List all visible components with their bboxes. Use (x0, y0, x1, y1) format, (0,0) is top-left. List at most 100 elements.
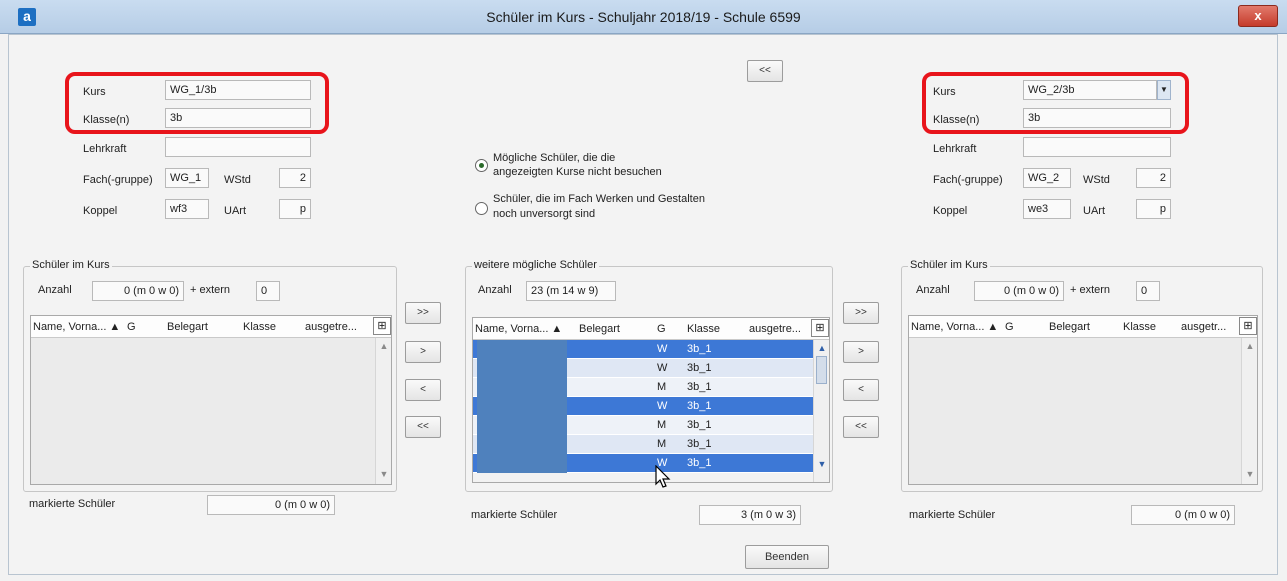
back-button[interactable]: << (747, 60, 783, 82)
left-student-table[interactable]: Name, Vorna... ▲ G Belegart Klasse ausge… (30, 315, 392, 485)
koppel-field-right[interactable]: we3 (1023, 199, 1071, 219)
option1-line1: Mögliche Schüler, die die (493, 152, 616, 164)
middle-anzahl-label: Anzahl (478, 284, 512, 296)
close-button[interactable]: x (1238, 5, 1278, 27)
col-g[interactable]: G (657, 323, 666, 335)
move-one-left-button-2[interactable]: < (843, 379, 879, 401)
row-klasse-cell: 3b_1 (687, 362, 712, 374)
scroll-down-icon[interactable]: ▼ (816, 458, 828, 470)
col-name[interactable]: Name, Vorna... ▲ (475, 323, 562, 335)
row-g-cell: M (657, 419, 667, 431)
uart-field-left[interactable]: p (279, 199, 311, 219)
row-g-cell: M (657, 438, 667, 450)
col-belegart[interactable]: Belegart (167, 321, 208, 333)
row-klasse-cell: 3b_1 (687, 457, 712, 469)
option2-line2: noch unversorgt sind (493, 208, 596, 220)
middle-anzahl-field: 23 (m 14 w 9) (526, 281, 616, 301)
option-unassigned-radio[interactable] (475, 202, 488, 215)
middle-table-header: Name, Vorna... ▲ Belegart G Klasse ausge… (473, 318, 829, 340)
col-ausgetreten[interactable]: ausgetre... (749, 323, 801, 335)
wstd-label-left: WStd (224, 174, 251, 186)
right-extern-field: 0 (1136, 281, 1160, 301)
right-student-table[interactable]: Name, Vorna... ▲ G Belegart Klasse ausge… (908, 315, 1258, 485)
klassen-label-left: Klasse(n) (83, 114, 130, 126)
left-table-scrollbar[interactable]: ▲ ▼ (375, 338, 391, 484)
move-all-right-button-2[interactable]: >> (843, 302, 879, 324)
middle-marked-field: 3 (m 0 w 3) (699, 505, 801, 525)
row-klasse-cell: 3b_1 (687, 400, 712, 412)
wstd-label-right: WStd (1083, 174, 1110, 186)
row-klasse-cell: 3b_1 (687, 343, 712, 355)
row-g-cell: M (657, 381, 667, 393)
uart-label-right: UArt (1083, 205, 1105, 217)
koppel-label-right: Koppel (933, 205, 968, 217)
left-anzahl-label: Anzahl (38, 284, 72, 296)
scroll-down-icon[interactable]: ▼ (378, 468, 390, 480)
fach-field-left[interactable]: WG_1 (165, 168, 209, 188)
col-klasse[interactable]: Klasse (687, 323, 720, 335)
uart-field-right[interactable]: p (1136, 199, 1171, 219)
fach-field-right[interactable]: WG_2 (1023, 168, 1071, 188)
row-klasse-cell: 3b_1 (687, 381, 712, 393)
scroll-down-icon[interactable]: ▼ (1244, 468, 1256, 480)
column-menu-icon[interactable]: ⊞ (1239, 317, 1257, 335)
row-g-cell: W (657, 362, 668, 374)
left-table-header: Name, Vorna... ▲ G Belegart Klasse ausge… (31, 316, 391, 338)
lehrkraft-field-right[interactable] (1023, 137, 1171, 157)
klassen-field-left[interactable]: 3b (165, 108, 311, 128)
col-ausgetreten[interactable]: ausgetre... (305, 321, 357, 333)
klassen-field-right[interactable]: 3b (1023, 108, 1171, 128)
koppel-field-left[interactable]: wf3 (165, 199, 209, 219)
scroll-up-icon[interactable]: ▲ (1244, 340, 1256, 352)
middle-table-scrollbar[interactable]: ▲ ▼ (813, 340, 829, 482)
option-possible-students-radio[interactable] (475, 159, 488, 172)
wstd-field-left[interactable]: 2 (279, 168, 311, 188)
scroll-up-icon[interactable]: ▲ (378, 340, 390, 352)
title-bar: a Schüler im Kurs - Schuljahr 2018/19 - … (0, 0, 1287, 34)
col-name[interactable]: Name, Vorna... ▲ (33, 321, 120, 333)
left-marked-field: 0 (m 0 w 0) (207, 495, 335, 515)
col-ausgetreten[interactable]: ausgetr... (1181, 321, 1226, 333)
option1-line2: angezeigten Kurse nicht besuchen (493, 166, 662, 178)
lehrkraft-label-right: Lehrkraft (933, 143, 977, 155)
move-one-right-button-1[interactable]: > (405, 341, 441, 363)
col-belegart[interactable]: Belegart (1049, 321, 1090, 333)
kurs-select-right[interactable]: WG_2/3b (1023, 80, 1157, 100)
col-g[interactable]: G (127, 321, 136, 333)
scroll-thumb[interactable] (816, 356, 827, 384)
klassen-label-right: Klasse(n) (933, 114, 980, 126)
lehrkraft-field-left[interactable] (165, 137, 311, 157)
dialog: Kurs WG_1/3b Klasse(n) 3b Lehrkraft Fach… (8, 34, 1278, 575)
right-list-group: Schüler im Kurs Anzahl 0 (m 0 w 0) + ext… (901, 259, 1263, 492)
middle-marked-label: markierte Schüler (471, 509, 558, 521)
row-g-cell: W (657, 343, 668, 355)
koppel-label-left: Koppel (83, 205, 118, 217)
col-name[interactable]: Name, Vorna... ▲ (911, 321, 998, 333)
scroll-up-icon[interactable]: ▲ (816, 342, 828, 354)
left-list-group: Schüler im Kurs Anzahl 0 (m 0 w 0) + ext… (23, 259, 397, 492)
move-all-right-button-1[interactable]: >> (405, 302, 441, 324)
wstd-field-right[interactable]: 2 (1136, 168, 1171, 188)
col-klasse[interactable]: Klasse (1123, 321, 1156, 333)
right-table-scrollbar[interactable]: ▲ ▼ (1241, 338, 1257, 484)
move-all-left-button-2[interactable]: << (843, 416, 879, 438)
column-menu-icon[interactable]: ⊞ (811, 319, 829, 337)
left-extern-field: 0 (256, 281, 280, 301)
right-anzahl-label: Anzahl (916, 284, 950, 296)
kurs-field-left[interactable]: WG_1/3b (165, 80, 311, 100)
left-list-title: Schüler im Kurs (30, 259, 112, 271)
right-marked-label: markierte Schüler (909, 509, 996, 521)
column-menu-icon[interactable]: ⊞ (373, 317, 391, 335)
left-anzahl-field: 0 (m 0 w 0) (92, 281, 184, 301)
move-one-right-button-2[interactable]: > (843, 341, 879, 363)
col-g[interactable]: G (1005, 321, 1014, 333)
col-belegart[interactable]: Belegart (579, 323, 620, 335)
mouse-cursor-icon (655, 465, 671, 488)
row-klasse-cell: 3b_1 (687, 419, 712, 431)
move-one-left-button-1[interactable]: < (405, 379, 441, 401)
row-klasse-cell: 3b_1 (687, 438, 712, 450)
beenden-button[interactable]: Beenden (745, 545, 829, 569)
col-klasse[interactable]: Klasse (243, 321, 276, 333)
move-all-left-button-1[interactable]: << (405, 416, 441, 438)
dropdown-arrow-icon[interactable]: ▼ (1157, 80, 1171, 100)
